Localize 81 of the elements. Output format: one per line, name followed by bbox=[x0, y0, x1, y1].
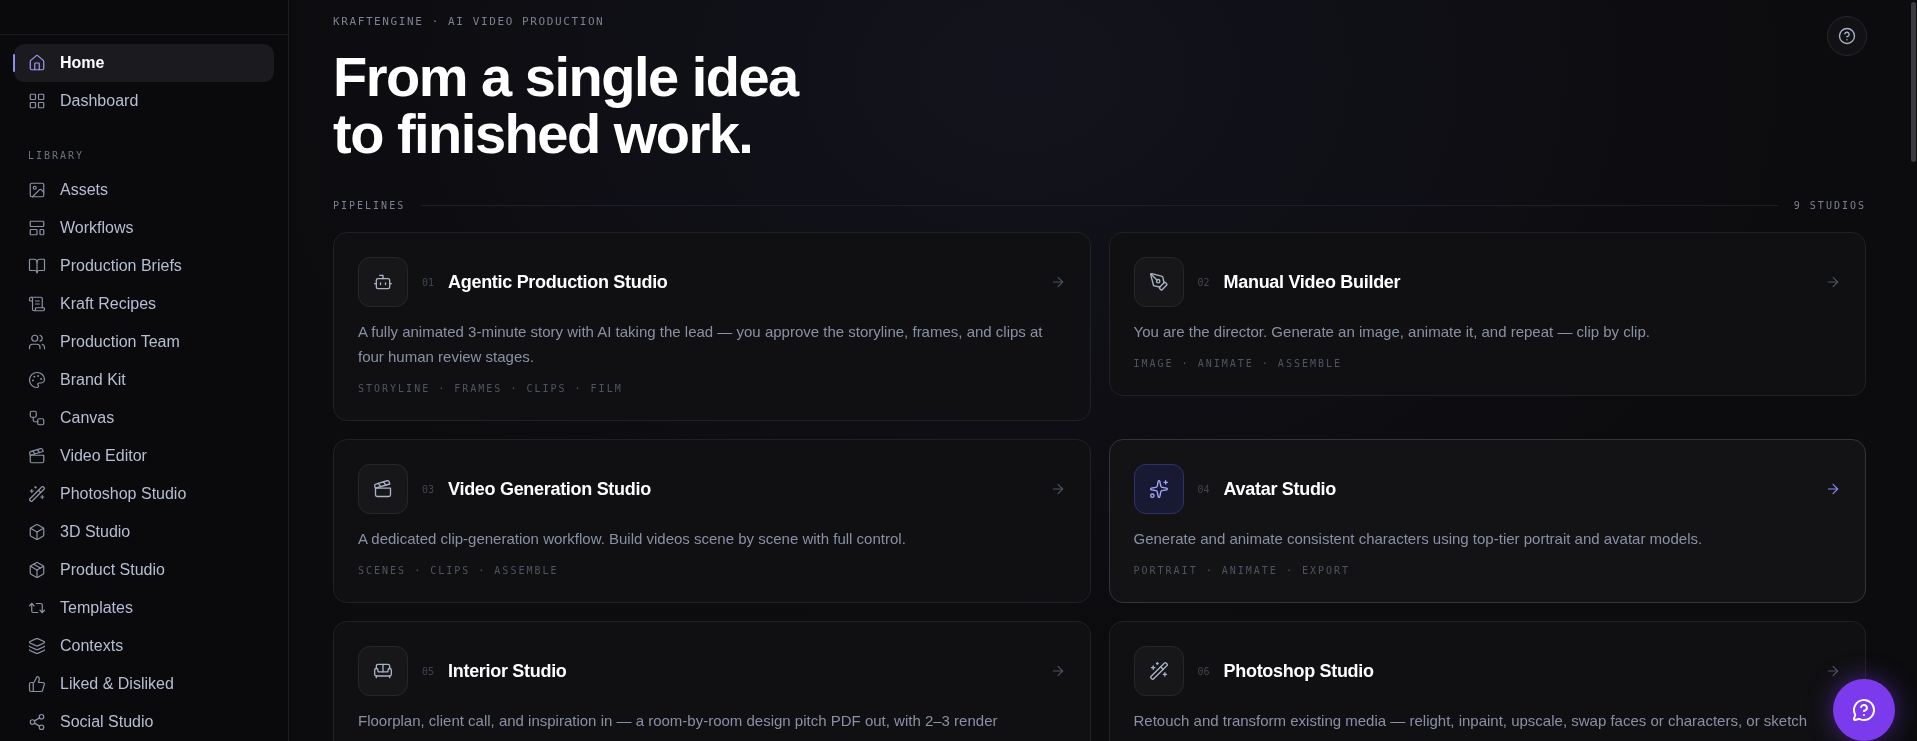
grid-icon bbox=[28, 92, 46, 110]
chat-help-icon bbox=[1852, 698, 1876, 722]
card-steps: IMAGE · ANIMATE · ASSEMBLE bbox=[1133, 358, 1841, 369]
studio-card[interactable]: 04 Avatar Studio Generate and animate consistent characters using top-tier portrait and avatar models. PORTRAIT · ANIMATE · EXPORT bbox=[1108, 439, 1866, 603]
eyebrow-text: KRAFTENGINE · AI VIDEO PRODUCTION bbox=[333, 15, 606, 28]
studio-card[interactable]: 05 Interior Studio Floorplan, client call, and inspiration in — a room-by-room design pitch PDF out, with 2–3 render bbox=[333, 621, 1091, 741]
card-title: Photoshop Studio bbox=[1223, 660, 1375, 682]
studio-count: 9 STUDIOS bbox=[1793, 200, 1866, 211]
card-steps: SCENES · CLIPS · ASSEMBLE bbox=[358, 565, 1066, 576]
palette-icon bbox=[28, 371, 46, 389]
nav-item[interactable]: Production Team bbox=[14, 323, 274, 361]
card-number: 05 bbox=[422, 665, 435, 677]
card-description: Retouch and transform existing media — relight, inpaint, upscale, swap faces or characters, or sketch bbox=[1133, 711, 1809, 731]
card-number: 06 bbox=[1197, 665, 1210, 677]
layout-icon bbox=[28, 219, 46, 237]
card-description: A fully animated 3-minute story with AI taking the lead — you approve the storyline, frames, and clips at four human review stages. bbox=[358, 322, 1044, 367]
magic-wand-icon bbox=[28, 485, 46, 503]
studio-card[interactable]: 01 Agentic Production Studio A fully animated 3-minute story with AI taking the lead — you approve the storyline, frames, and clips at four human review stages. STORYLINE · FRAMES · CLIPS · FILM bbox=[333, 232, 1091, 421]
card-steps: STORYLINE · FRAMES · CLIPS · FILM bbox=[358, 383, 1066, 394]
studio-card[interactable]: 06 Photoshop Studio Retouch and transform existing media — relight, inpaint, upscale, swap faces or characters, or sketch bbox=[1108, 621, 1866, 741]
nodes-icon bbox=[28, 409, 46, 427]
card-number: 01 bbox=[422, 276, 435, 288]
layers-icon bbox=[28, 637, 46, 655]
card-description: You are the director. Generate an image, animate it, and repeat — clip by clip. bbox=[1133, 322, 1651, 342]
sparkles-icon bbox=[1148, 479, 1169, 499]
nav-item[interactable]: Social Studio bbox=[14, 703, 274, 741]
card-title: Agentic Production Studio bbox=[448, 271, 669, 293]
arrow-icon bbox=[1825, 274, 1841, 290]
nav-item[interactable]: Liked & Disliked bbox=[14, 665, 274, 703]
nav-item[interactable]: Templates bbox=[14, 589, 274, 627]
pen-nib-icon bbox=[1148, 272, 1169, 292]
clapperboard-icon bbox=[28, 447, 46, 465]
card-number: 02 bbox=[1197, 276, 1210, 288]
image-icon bbox=[28, 181, 46, 199]
studio-card[interactable]: 03 Video Generation Studio A dedicated clip-generation workflow. Build videos scene by scene with full control. SCENES · CLIPS · ASSEMBLE bbox=[333, 439, 1091, 603]
studio-card[interactable]: 02 Manual Video Builder You are the director. Generate an image, animate it, and repeat — clip by clip. IMAGE · ANIMATE · ASSEMBLE bbox=[1108, 232, 1866, 396]
card-title: Avatar Studio bbox=[1223, 478, 1337, 500]
package-icon bbox=[28, 561, 46, 579]
nav-item[interactable]: Canvas bbox=[14, 399, 274, 437]
nav-item[interactable]: Contexts bbox=[14, 627, 274, 665]
card-number: 04 bbox=[1197, 483, 1210, 495]
home-icon bbox=[28, 54, 46, 72]
nav-item[interactable]: 3D Studio bbox=[14, 513, 274, 551]
help-button[interactable] bbox=[1827, 16, 1867, 56]
nav-item[interactable]: Dashboard bbox=[14, 82, 274, 120]
headline: From a single idea to finished work. bbox=[333, 48, 800, 162]
chat-help-button[interactable] bbox=[1833, 679, 1895, 741]
card-steps: PORTRAIT · ANIMATE · EXPORT bbox=[1133, 565, 1841, 576]
card-title: Interior Studio bbox=[448, 660, 568, 682]
users-icon bbox=[28, 333, 46, 351]
sofa-icon bbox=[373, 661, 393, 681]
scroll-icon bbox=[28, 295, 46, 313]
card-number: 03 bbox=[422, 483, 435, 495]
nav-item[interactable]: Video Editor bbox=[14, 437, 274, 475]
nav-item[interactable]: Assets bbox=[14, 171, 274, 209]
card-description: Floorplan, client call, and inspiration in — a room-by-room design pitch PDF out, with 2–3 render bbox=[358, 711, 999, 731]
card-description: A dedicated clip-generation workflow. Build videos scene by scene with full control. bbox=[358, 529, 907, 549]
thumbs-up-icon bbox=[28, 675, 46, 693]
share-icon bbox=[28, 713, 46, 731]
active-indicator bbox=[13, 54, 15, 72]
cube-icon bbox=[28, 523, 46, 541]
help-icon bbox=[1838, 27, 1856, 45]
nav-item[interactable]: Home bbox=[14, 44, 274, 82]
nav-item[interactable]: Brand Kit bbox=[14, 361, 274, 399]
section-label: PIPELINES bbox=[333, 200, 406, 211]
nav-item[interactable]: Photoshop Studio bbox=[14, 475, 274, 513]
nav-item[interactable]: Product Studio bbox=[14, 551, 274, 589]
scrollbar-thumb[interactable] bbox=[1911, 2, 1916, 162]
magic-wand-icon bbox=[1148, 661, 1169, 681]
clapperboard-icon bbox=[373, 479, 393, 499]
card-title: Manual Video Builder bbox=[1223, 271, 1402, 293]
robot-icon bbox=[373, 272, 393, 292]
card-title: Video Generation Studio bbox=[448, 478, 652, 500]
arrow-icon bbox=[1825, 481, 1841, 497]
nav-item[interactable]: Production Briefs bbox=[14, 247, 274, 285]
nav-item[interactable]: Kraft Recipes bbox=[14, 285, 274, 323]
arrow-icon bbox=[1825, 663, 1841, 679]
book-icon bbox=[28, 257, 46, 275]
nav-item[interactable]: Workflows bbox=[14, 209, 274, 247]
section-label: LIBRARY bbox=[27, 149, 86, 163]
card-description: Generate and animate consistent characters using top-tier portrait and avatar models. bbox=[1133, 529, 1704, 549]
